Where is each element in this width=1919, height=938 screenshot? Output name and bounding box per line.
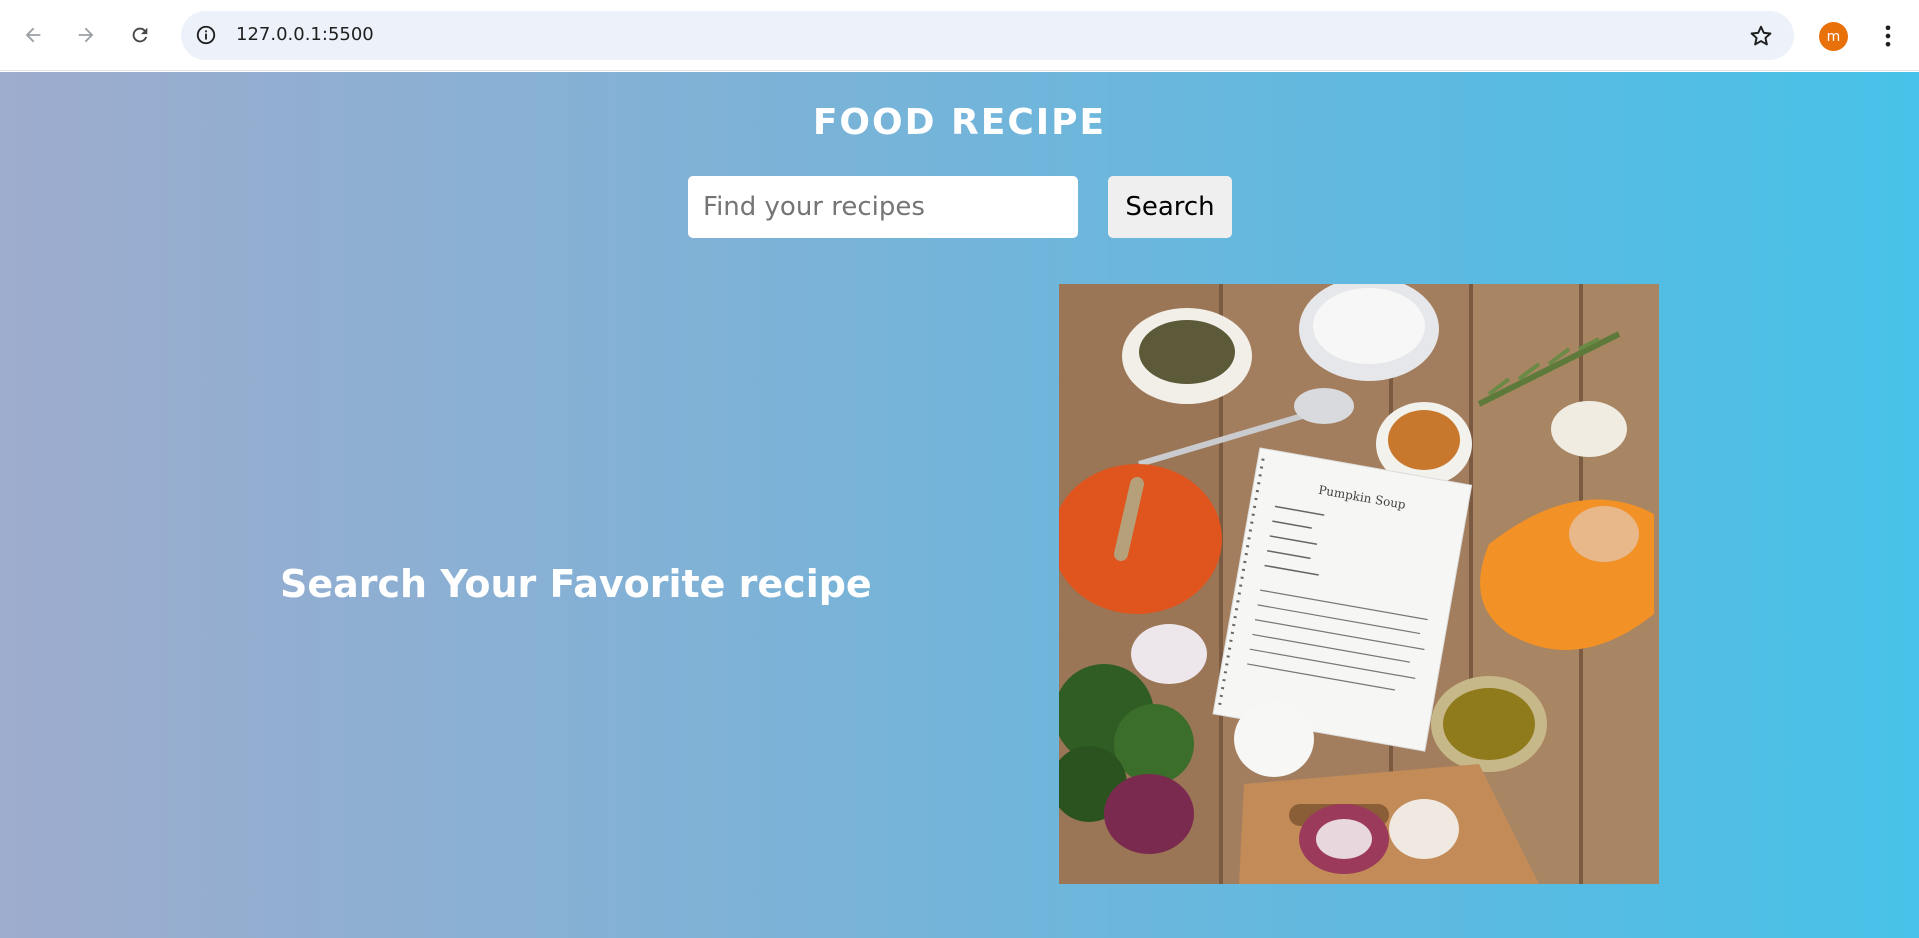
page-title: FOOD RECIPE — [812, 102, 1107, 143]
reload-icon — [132, 27, 148, 43]
url-text[interactable]: 127.0.0.1:5500 — [236, 24, 374, 45]
forward-button[interactable] — [69, 18, 103, 52]
site-info-icon[interactable] — [195, 24, 217, 46]
forward-arrow-icon — [78, 27, 94, 43]
bookmark-star-icon[interactable] — [1748, 23, 1774, 49]
back-button[interactable] — [16, 18, 50, 52]
search-input[interactable] — [688, 176, 1078, 238]
recipe-ingredients-image: Pumpkin Soup — [1059, 284, 1659, 884]
search-button[interactable]: Search — [1108, 176, 1232, 238]
reload-button[interactable] — [123, 18, 157, 52]
hero-heading: Search Your Favorite recipe — [280, 562, 872, 606]
recipe-photo-icon: Pumpkin Soup — [1059, 284, 1659, 884]
browser-toolbar: 127.0.0.1:5500 m — [0, 0, 1919, 71]
kebab-menu-icon[interactable] — [1874, 19, 1902, 53]
address-bar[interactable]: 127.0.0.1:5500 — [181, 11, 1794, 60]
back-arrow-icon — [25, 27, 41, 43]
profile-avatar[interactable]: m — [1819, 22, 1848, 51]
page-body: FOOD RECIPE Search Search Your Favorite … — [0, 72, 1919, 938]
